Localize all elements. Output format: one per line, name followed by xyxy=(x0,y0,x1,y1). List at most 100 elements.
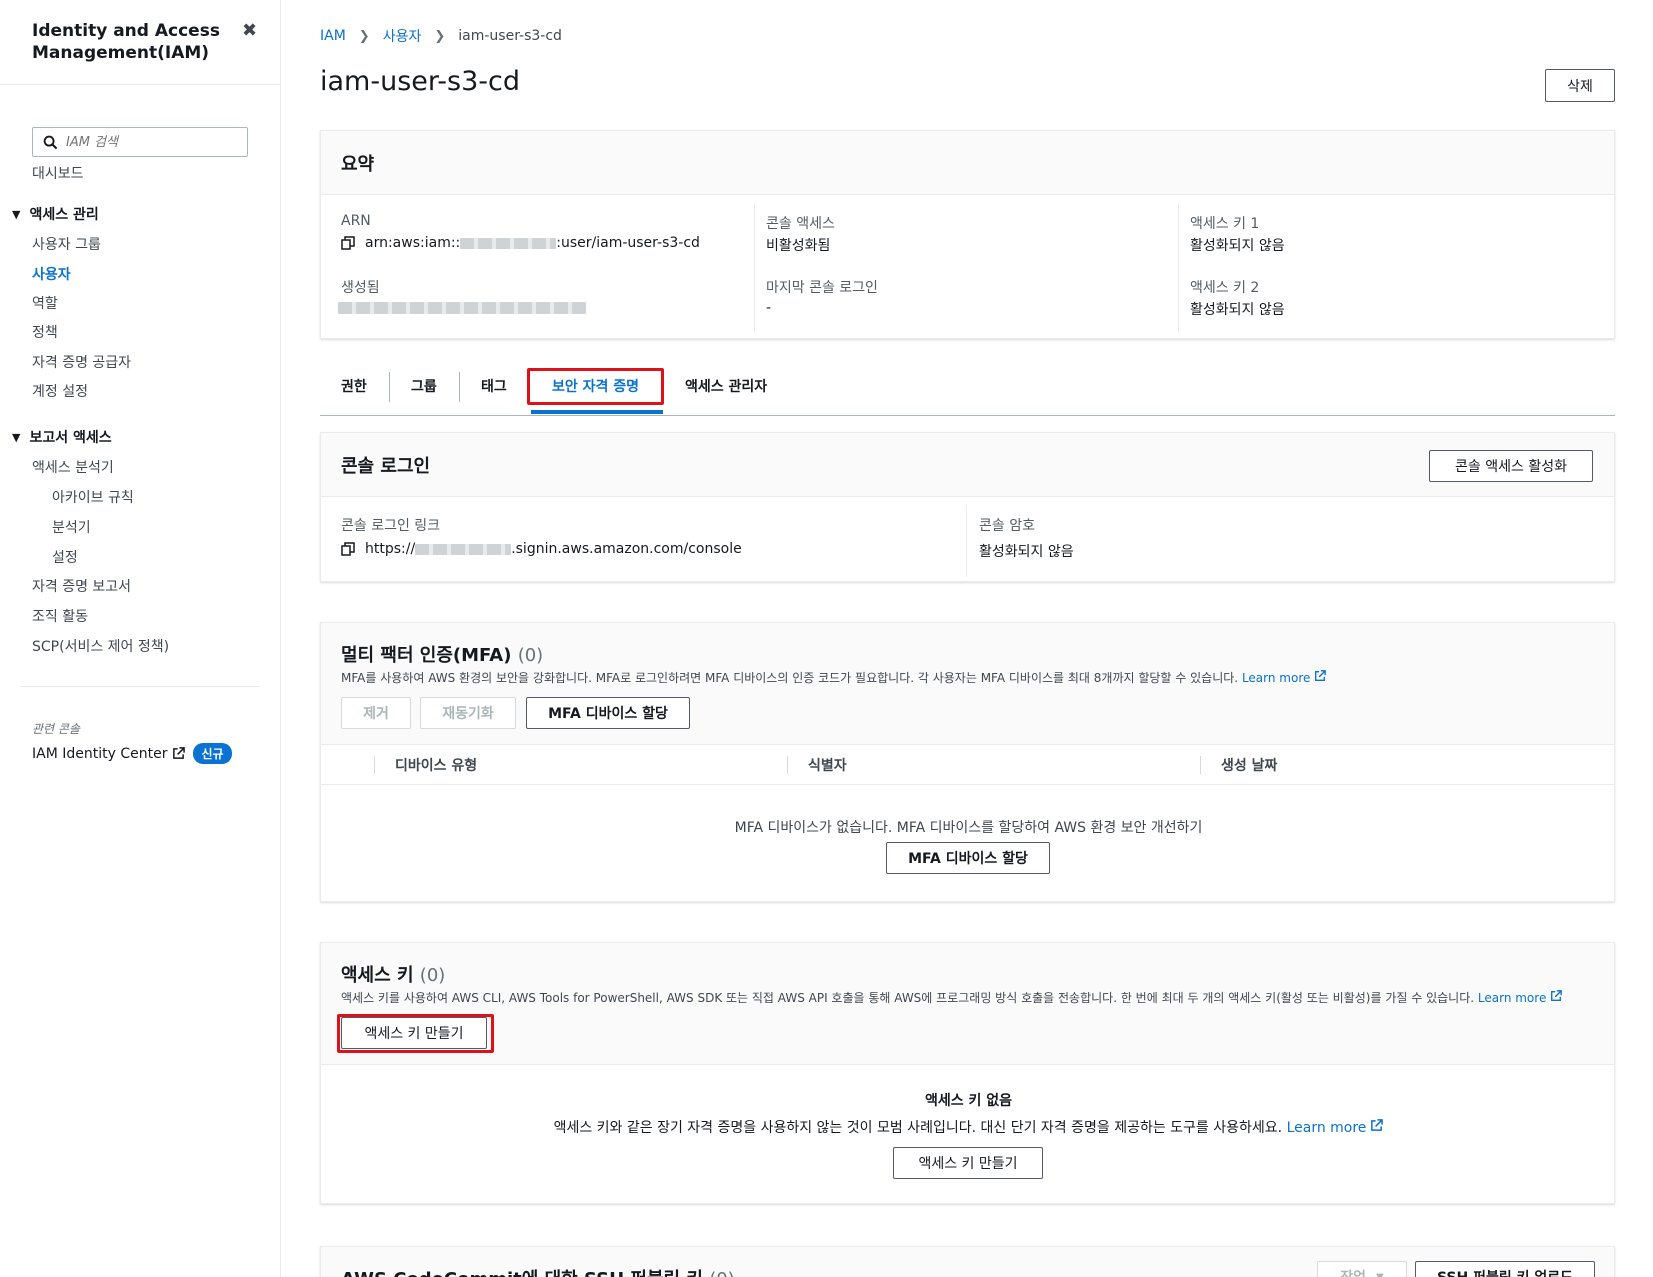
sidebar-item-credential-report[interactable]: 자격 증명 보고서 xyxy=(32,576,131,596)
sidebar-item-dashboard[interactable]: 대시보드 xyxy=(32,163,84,183)
mfa-table-header: 디바이스 유형 식별자 생성 날짜 xyxy=(321,745,1614,785)
access-key-2-value: 활성화되지 않음 xyxy=(1190,302,1285,318)
caret-down-icon: ▼ xyxy=(1376,1271,1384,1277)
mfa-description-text: MFA를 사용하여 AWS 환경의 보안을 강화합니다. MFA로 로그인하려면… xyxy=(341,671,1239,685)
copy-icon[interactable] xyxy=(341,236,355,250)
sidebar-item-identity-center[interactable]: IAM Identity Center 신규 xyxy=(32,743,232,764)
column-divider xyxy=(1200,756,1201,774)
summary-heading: 요약 xyxy=(341,154,375,175)
section-label: 액세스 관리 xyxy=(29,207,99,223)
section-label: 보고서 액세스 xyxy=(29,430,112,446)
column-identifier[interactable]: 식별자 xyxy=(808,755,847,775)
console-access-value: 비활성화됨 xyxy=(766,238,831,254)
access-keys-count: (0) xyxy=(419,965,446,986)
column-divider xyxy=(966,505,967,577)
access-keys-description-text: 액세스 키를 사용하여 AWS CLI, AWS Tools for Power… xyxy=(341,991,1475,1005)
breadcrumb-users[interactable]: 사용자 xyxy=(383,26,422,46)
sidebar-title: Identity and Access Management(IAM) xyxy=(32,21,220,63)
external-link-icon xyxy=(1315,670,1327,681)
mfa-heading-text: 멀티 팩터 인증(MFA) xyxy=(341,645,512,666)
external-link-icon xyxy=(1551,990,1563,1001)
tab-bar: 권한 그룹 태그 보안 자격 증명 액세스 관리자 xyxy=(320,370,1615,416)
created-label: 생성됨 xyxy=(341,280,380,296)
breadcrumb-current: iam-user-s3-cd xyxy=(458,28,562,44)
create-access-key-empty-button[interactable]: 액세스 키 만들기 xyxy=(893,1147,1043,1179)
mfa-description: MFA를 사용하여 AWS 환경의 보안을 강화합니다. MFA로 로그인하려면… xyxy=(341,669,1327,686)
access-key-1-label: 액세스 키 1 xyxy=(1190,216,1260,232)
sidebar-item-account-settings[interactable]: 계정 설정 xyxy=(32,381,88,401)
column-device-type[interactable]: 디바이스 유형 xyxy=(395,755,477,775)
sidebar-section-access-reports[interactable]: ▼ 보고서 액세스 xyxy=(12,427,112,447)
copy-icon[interactable] xyxy=(341,542,355,556)
redacted-created-date xyxy=(338,302,586,314)
assign-mfa-device-button[interactable]: MFA 디바이스 할당 xyxy=(526,697,690,729)
arn-prefix: arn:aws:iam:: xyxy=(365,235,461,251)
chevron-right-icon: ❯ xyxy=(434,28,446,44)
external-link-icon xyxy=(1371,1119,1384,1131)
identity-center-label: IAM Identity Center xyxy=(32,745,168,762)
mfa-count: (0) xyxy=(517,645,544,666)
sidebar-item-access-analyzer[interactable]: 액세스 분석기 xyxy=(32,457,114,477)
related-consoles-label: 관련 콘솔 xyxy=(32,722,80,736)
access-key-1-value: 활성화되지 않음 xyxy=(1190,238,1285,254)
close-icon[interactable]: ✖ xyxy=(242,20,257,41)
mfa-empty-message: MFA 디바이스가 없습니다. MFA 디바이스를 할당하여 AWS 환경 보안… xyxy=(734,820,1203,836)
tab-permissions[interactable]: 권한 xyxy=(341,376,367,396)
column-divider xyxy=(754,203,755,333)
sidebar-item-settings[interactable]: 설정 xyxy=(52,547,78,567)
resync-mfa-button[interactable]: 재동기화 xyxy=(420,697,516,729)
summary-header: 요약 xyxy=(321,131,1614,195)
sidebar-item-policies[interactable]: 정책 xyxy=(32,322,58,342)
upload-ssh-key-button[interactable]: SSH 퍼블릭 키 업로드 xyxy=(1415,1261,1595,1277)
sidebar-item-organization-activity[interactable]: 조직 활동 xyxy=(32,606,88,626)
mfa-heading: 멀티 팩터 인증(MFA) (0) xyxy=(341,641,543,667)
chevron-right-icon: ❯ xyxy=(358,28,370,44)
new-badge: 신규 xyxy=(193,743,232,764)
sidebar-item-roles[interactable]: 역할 xyxy=(32,293,58,313)
sidebar-item-user-groups[interactable]: 사용자 그룹 xyxy=(32,234,101,254)
no-access-keys-text: 액세스 키와 같은 장기 자격 증명을 사용하지 않는 것이 모범 사례입니다.… xyxy=(553,1120,1283,1136)
tab-groups[interactable]: 그룹 xyxy=(411,376,437,396)
column-divider xyxy=(787,756,788,774)
access-keys-learn-more-link[interactable]: Learn more xyxy=(1478,990,1563,1005)
mfa-panel: 멀티 팩터 인증(MFA) (0) MFA를 사용하여 AWS 환경의 보안을 … xyxy=(320,622,1615,902)
redacted-account-id xyxy=(415,543,512,555)
remove-mfa-button[interactable]: 제거 xyxy=(341,697,411,729)
codecommit-header: AWS CodeCommit에 대한 SSH 퍼블릭 키 (0) 작업 ▼ SSH… xyxy=(321,1247,1614,1277)
mfa-learn-more-text: Learn more xyxy=(1241,671,1311,685)
sidebar-section-access-management[interactable]: ▼ 액세스 관리 xyxy=(12,204,99,224)
last-console-login-label: 마지막 콘솔 로그인 xyxy=(766,280,878,296)
sidebar-item-scp[interactable]: SCP(서비스 제어 정책) xyxy=(32,636,169,656)
console-login-link-label: 콘솔 로그인 링크 xyxy=(341,518,441,534)
no-access-keys-learn-more-text: Learn more xyxy=(1286,1120,1367,1136)
mfa-learn-more-link[interactable]: Learn more xyxy=(1241,670,1327,685)
breadcrumb-iam[interactable]: IAM xyxy=(320,28,346,44)
access-keys-heading-text: 액세스 키 xyxy=(341,965,414,986)
search-input[interactable] xyxy=(66,134,236,150)
actions-dropdown[interactable]: 작업 ▼ xyxy=(1317,1261,1407,1277)
no-access-keys-learn-more-link[interactable]: Learn more xyxy=(1286,1119,1384,1136)
tab-divider xyxy=(389,372,390,402)
summary-panel: 요약 ARN arn:aws:iam:: :user/iam-user-s3-c… xyxy=(320,130,1615,339)
sidebar-item-users[interactable]: 사용자 xyxy=(32,264,71,284)
sidebar-search[interactable] xyxy=(32,127,248,157)
codecommit-heading: AWS CodeCommit에 대한 SSH 퍼블릭 키 (0) xyxy=(341,1265,735,1277)
column-divider xyxy=(374,756,375,774)
sidebar-divider xyxy=(0,84,281,85)
sidebar: Identity and Access Management(IAM) ✖ 대시… xyxy=(0,0,281,1277)
sidebar-item-identity-providers[interactable]: 자격 증명 공급자 xyxy=(32,352,131,372)
delete-button[interactable]: 삭제 xyxy=(1545,69,1615,102)
tab-tags[interactable]: 태그 xyxy=(481,376,507,396)
page-title: iam-user-s3-cd xyxy=(320,66,520,97)
caret-down-icon: ▼ xyxy=(12,207,21,221)
redacted-account-id xyxy=(460,237,557,249)
tab-access-advisor[interactable]: 액세스 관리자 xyxy=(685,376,767,396)
sidebar-item-analyzers[interactable]: 분석기 xyxy=(52,517,91,537)
assign-mfa-device-empty-button[interactable]: MFA 디바이스 할당 xyxy=(886,842,1050,874)
highlight-box xyxy=(337,1014,494,1053)
arn-value: arn:aws:iam:: :user/iam-user-s3-cd xyxy=(341,235,700,251)
sidebar-item-archive-rules[interactable]: 아카이브 규칙 xyxy=(52,487,134,507)
column-created-date[interactable]: 생성 날짜 xyxy=(1221,755,1277,775)
last-console-login-value: - xyxy=(766,300,772,316)
enable-console-access-button[interactable]: 콘솔 액세스 활성화 xyxy=(1429,450,1593,482)
